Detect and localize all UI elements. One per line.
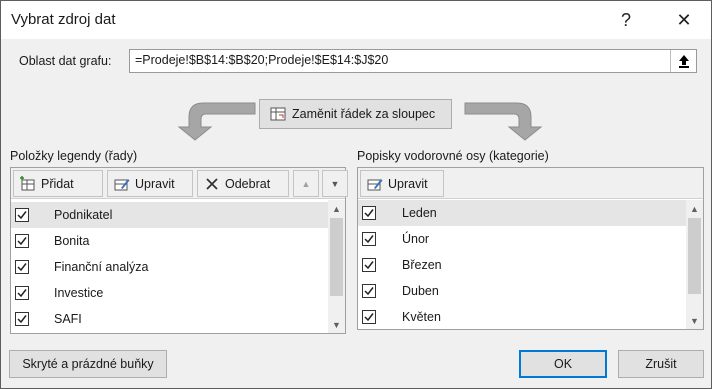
remove-x-icon bbox=[206, 177, 218, 190]
series-label: Podnikatel bbox=[54, 208, 113, 222]
scroll-thumb[interactable] bbox=[330, 218, 343, 296]
list-item[interactable]: Investice bbox=[11, 280, 328, 306]
checkbox[interactable] bbox=[362, 284, 376, 298]
check-icon bbox=[17, 289, 27, 298]
chart-range-input[interactable]: =Prodeje!$B$14:$B$20;Prodeje!$E$14:$J$20 bbox=[129, 49, 697, 73]
check-icon bbox=[17, 315, 27, 324]
legend-list: Podnikatel Bonita Finanční analýza Inves… bbox=[11, 200, 328, 333]
checkbox[interactable] bbox=[362, 232, 376, 246]
help-button[interactable]: ? bbox=[603, 1, 649, 39]
list-item[interactable]: Finanční analýza bbox=[11, 254, 328, 280]
category-label: Březen bbox=[402, 258, 442, 272]
scroll-up-icon[interactable]: ▲ bbox=[686, 200, 703, 217]
swap-right-arrow-icon bbox=[464, 102, 543, 141]
category-label: Květen bbox=[402, 310, 441, 324]
list-item[interactable]: Bonita bbox=[11, 228, 328, 254]
series-label: SAFI bbox=[54, 312, 82, 326]
edit-series-label: Upravit bbox=[135, 176, 175, 191]
list-item[interactable]: Podnikatel bbox=[11, 202, 328, 228]
checkbox[interactable] bbox=[15, 286, 29, 300]
axis-scrollbar[interactable]: ▲ ▼ bbox=[686, 200, 703, 329]
switch-row-column-button[interactable]: Zaměnit řádek za sloupec bbox=[259, 99, 452, 129]
axis-panel: Upravit Leden Únor Březen Duben Květen ▲… bbox=[357, 167, 704, 330]
checkbox[interactable] bbox=[362, 310, 376, 324]
list-item[interactable]: Leden bbox=[358, 200, 686, 226]
add-table-icon bbox=[20, 175, 35, 190]
series-label: Bonita bbox=[54, 234, 90, 248]
scroll-up-icon[interactable]: ▲ bbox=[328, 200, 345, 217]
close-button[interactable]: ✕ bbox=[661, 1, 707, 39]
legend-scrollbar[interactable]: ▲ ▼ bbox=[328, 200, 345, 333]
check-icon bbox=[17, 211, 27, 220]
check-icon bbox=[364, 261, 374, 270]
axis-list: Leden Únor Březen Duben Květen bbox=[358, 200, 686, 329]
scroll-thumb[interactable] bbox=[688, 218, 701, 294]
checkbox[interactable] bbox=[362, 258, 376, 272]
check-icon bbox=[364, 313, 374, 322]
checkbox[interactable] bbox=[15, 312, 29, 326]
checkbox[interactable] bbox=[15, 234, 29, 248]
hidden-empty-cells-button[interactable]: Skryté a prázdné buňky bbox=[9, 350, 167, 378]
list-item[interactable]: SAFI bbox=[11, 306, 328, 332]
edit-table-icon bbox=[367, 178, 383, 190]
range-label: Oblast dat grafu: bbox=[19, 54, 112, 68]
legend-panel: Přidat Upravit Odebrat ▲ ▼ Podnikatel Bo… bbox=[10, 167, 348, 334]
check-icon bbox=[17, 237, 27, 246]
switch-row-column-label: Zaměnit řádek za sloupec bbox=[292, 107, 436, 121]
check-icon bbox=[364, 209, 374, 218]
legend-heading: Položky legendy (řady) bbox=[10, 149, 138, 163]
dialog-title: Vybrat zdroj dat bbox=[11, 11, 116, 28]
move-up-button[interactable]: ▲ bbox=[293, 170, 319, 197]
ok-button[interactable]: OK bbox=[519, 350, 607, 378]
axis-toolbar: Upravit bbox=[358, 168, 703, 199]
select-data-source-dialog: Vybrat zdroj dat ? ✕ Oblast dat grafu: =… bbox=[0, 0, 712, 389]
move-down-button[interactable]: ▼ bbox=[322, 170, 348, 197]
edit-series-button[interactable]: Upravit bbox=[107, 170, 193, 197]
switch-table-icon bbox=[270, 107, 286, 121]
category-label: Leden bbox=[402, 206, 437, 220]
collapse-dialog-button[interactable] bbox=[670, 50, 696, 72]
series-label: Investice bbox=[54, 286, 104, 300]
list-item[interactable]: Duben bbox=[358, 278, 686, 304]
check-icon bbox=[17, 263, 27, 272]
title-bar: Vybrat zdroj dat ? ✕ bbox=[1, 1, 711, 39]
remove-series-button[interactable]: Odebrat bbox=[197, 170, 289, 197]
legend-toolbar: Přidat Upravit Odebrat ▲ ▼ bbox=[11, 168, 348, 199]
swap-left-arrow-icon bbox=[177, 102, 256, 141]
list-item[interactable]: Březen bbox=[358, 252, 686, 278]
add-series-label: Přidat bbox=[41, 176, 74, 191]
scroll-down-icon[interactable]: ▼ bbox=[686, 312, 703, 329]
remove-series-label: Odebrat bbox=[225, 176, 271, 191]
cancel-button[interactable]: Zrušit bbox=[618, 350, 704, 378]
check-icon bbox=[364, 235, 374, 244]
scroll-down-icon[interactable]: ▼ bbox=[328, 316, 345, 333]
check-icon bbox=[364, 287, 374, 296]
series-label: Finanční analýza bbox=[54, 260, 149, 274]
category-label: Duben bbox=[402, 284, 439, 298]
list-item[interactable]: Únor bbox=[358, 226, 686, 252]
checkbox[interactable] bbox=[15, 208, 29, 222]
edit-axis-label: Upravit bbox=[388, 176, 428, 191]
checkbox[interactable] bbox=[362, 206, 376, 220]
edit-axis-button[interactable]: Upravit bbox=[360, 170, 444, 197]
category-label: Únor bbox=[402, 232, 430, 246]
add-series-button[interactable]: Přidat bbox=[13, 170, 103, 197]
axis-heading: Popisky vodorovné osy (kategorie) bbox=[357, 149, 549, 163]
edit-table-icon bbox=[114, 178, 130, 190]
checkbox[interactable] bbox=[15, 260, 29, 274]
collapse-up-icon bbox=[678, 55, 689, 68]
list-item[interactable]: Květen bbox=[358, 304, 686, 329]
